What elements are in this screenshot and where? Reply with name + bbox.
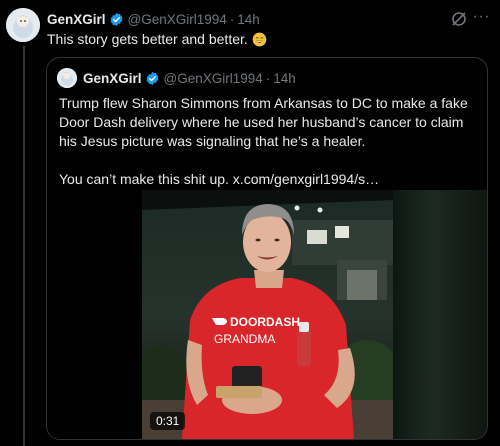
- grinning-sweat-emoji-icon: [252, 32, 267, 47]
- verified-badge-icon: [109, 12, 124, 27]
- shirt-text-line2: GRANDMA: [214, 332, 275, 346]
- quoted-avatar: [57, 68, 77, 88]
- thread-line: [23, 46, 25, 446]
- quoted-paragraph-2: You can’t make this shit up. x.com/genxg…: [59, 171, 380, 187]
- shirt-text-line1: DOORDASH: [230, 315, 300, 329]
- quoted-post-text: Trump flew Sharon Simmons from Arkansas …: [59, 94, 479, 189]
- post-text-body: This story gets better and better.: [47, 31, 248, 47]
- timestamp[interactable]: 14h: [237, 12, 260, 27]
- author-handle[interactable]: @GenXGirl1994: [128, 12, 227, 27]
- separator-dot: ·: [229, 11, 235, 27]
- video-letterbox-left: [47, 190, 142, 439]
- post-text: This story gets better and better.: [47, 30, 487, 48]
- post-header: GenXGirl @GenXGirl1994 · 14h ···: [47, 9, 500, 28]
- quoted-separator-dot: ·: [265, 70, 271, 86]
- quoted-author-handle: @GenXGirl1994: [163, 70, 263, 86]
- video-player[interactable]: DOORDASH GRANDMA 0:31: [142, 190, 393, 439]
- post[interactable]: GenXGirl @GenXGirl1994 · 14h ··· This st…: [0, 0, 500, 446]
- quoted-verified-badge-icon: [145, 71, 160, 86]
- avatar[interactable]: [6, 8, 40, 42]
- grok-icon[interactable]: [450, 10, 468, 28]
- author-name[interactable]: GenXGirl: [47, 12, 106, 27]
- quoted-author-name: GenXGirl: [83, 70, 142, 86]
- quoted-post-header: GenXGirl @GenXGirl1994 · 14h: [57, 67, 477, 89]
- quoted-paragraph-1: Trump flew Sharon Simmons from Arkansas …: [59, 95, 468, 149]
- video-duration: 0:31: [150, 412, 186, 430]
- video-letterbox-right: [393, 190, 487, 439]
- quoted-post[interactable]: GenXGirl @GenXGirl1994 · 14h Trump flew …: [46, 57, 488, 440]
- more-options-icon[interactable]: ···: [473, 9, 490, 25]
- quoted-timestamp: 14h: [273, 70, 296, 86]
